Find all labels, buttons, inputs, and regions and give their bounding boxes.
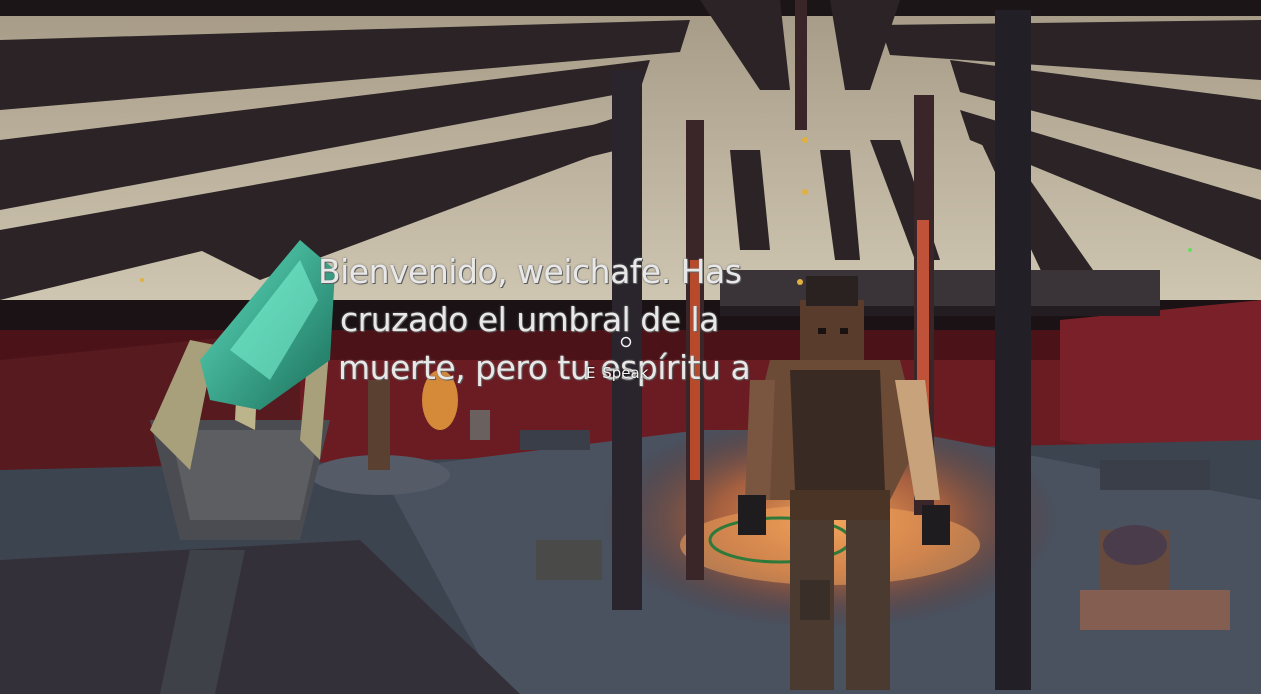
game-viewport[interactable]: Bienvenido, weichafe. Has cruzado el umb… — [0, 0, 1261, 694]
npc-dialogue: Bienvenido, weichafe. Has cruzado el umb… — [318, 248, 788, 392]
interact-prompt[interactable]: E Speak — [586, 364, 648, 382]
dialogue-line: Bienvenido, weichafe. Has — [318, 252, 742, 291]
interact-label: Speak — [602, 364, 649, 382]
dialogue-line: muerte, pero tu espíritu a — [338, 348, 751, 387]
dialogue-line: cruzado el umbral de la — [340, 300, 719, 339]
interact-key: E — [586, 364, 596, 382]
circle-crosshair-icon — [620, 336, 632, 348]
